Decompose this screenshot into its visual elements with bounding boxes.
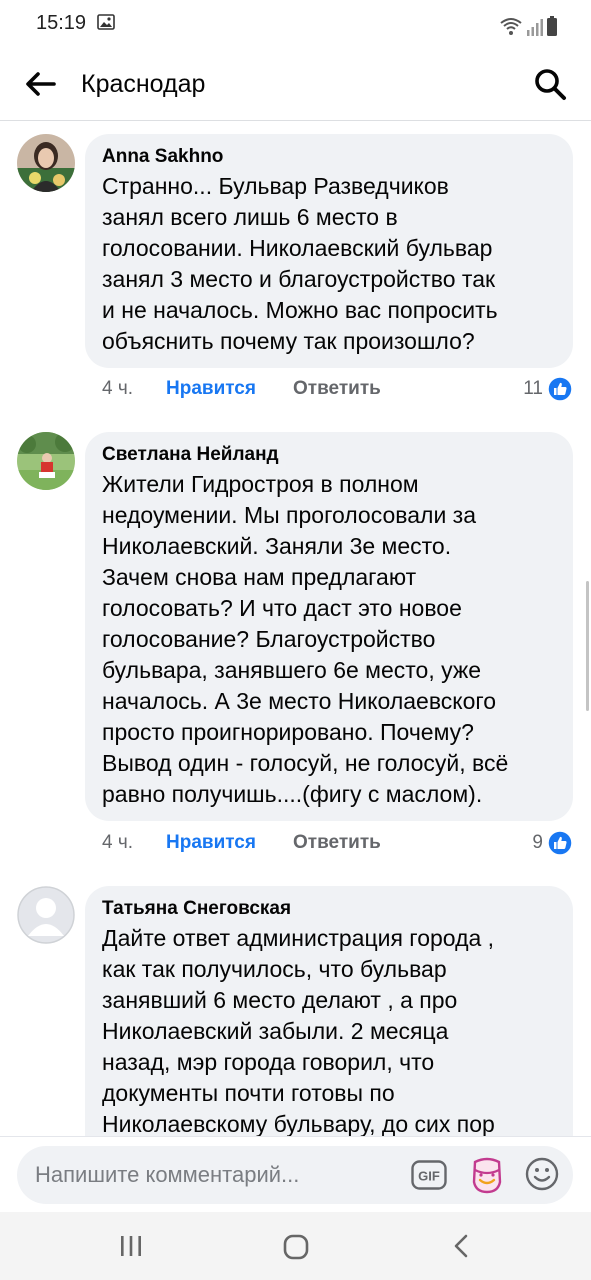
like-button[interactable]: Нравится [166,832,256,854]
status-icons [499,12,557,36]
like-thumb-icon[interactable] [547,376,573,402]
comments-list: Anna Sakhno Странно... Бульвар Разведчик… [0,121,591,1137]
recents-icon[interactable] [118,1234,144,1258]
avatar[interactable] [17,134,75,192]
gallery-notification-icon [97,14,115,30]
like-count[interactable]: 11 [523,378,543,400]
status-bar: 15:19 [0,0,591,48]
comment-bubble: Светлана Нейланд Жители Гидростроя в пол… [85,432,573,821]
comment-actions: 4 ч. Нравится Ответить 9 [85,830,573,860]
avatar[interactable] [17,432,75,490]
back-arrow-icon[interactable] [24,70,56,98]
like-count[interactable]: 9 [532,832,543,854]
signal-icon [527,19,543,36]
comment-text: Жители Гидростроя в полном недоумении. М… [102,471,509,807]
comment-bubble: Татьяна Снеговская Дайте ответ администр… [85,886,573,1137]
avatar[interactable] [17,886,75,944]
reply-button[interactable]: Ответить [293,378,381,400]
like-thumb-icon[interactable] [547,830,573,856]
comment-author[interactable]: Татьяна Снеговская [102,897,557,921]
comment-input[interactable] [35,1160,365,1190]
comment-author[interactable]: Anna Sakhno [102,145,557,169]
comment-bubble: Anna Sakhno Странно... Бульвар Разведчик… [85,134,573,368]
home-icon[interactable] [283,1234,309,1260]
top-bar: Краснодар [0,48,591,121]
gif-icon[interactable]: GIF [411,1160,447,1190]
nav-back-icon[interactable] [452,1233,470,1259]
comment-author[interactable]: Светлана Нейланд [102,443,557,467]
emoji-icon[interactable] [525,1157,559,1191]
comment-text: Странно... Бульвар Разведчиков занял все… [102,173,498,354]
comment-text: Дайте ответ администрация города , как т… [102,925,495,1137]
battery-icon [547,16,557,36]
comment-actions: 4 ч. Нравится Ответить 11 [85,376,573,406]
like-button[interactable]: Нравится [166,378,256,400]
scrollbar-thumb[interactable] [586,581,589,711]
status-time: 15:19 [36,12,87,34]
system-nav-bar [0,1212,591,1280]
sticker-icon[interactable] [469,1156,505,1194]
comment-time[interactable]: 4 ч. [102,832,133,854]
wifi-icon [500,18,522,35]
comment-composer: GIF [0,1136,591,1213]
search-icon[interactable] [533,67,567,101]
reply-button[interactable]: Ответить [293,832,381,854]
app-screen: 15:19 Краснодар Anna Sakhno Странно... Б… [0,0,591,1280]
comment-field: GIF [17,1146,573,1204]
comment-time[interactable]: 4 ч. [102,378,133,400]
page-title: Краснодар [81,70,206,98]
svg-text:GIF: GIF [418,1169,440,1184]
